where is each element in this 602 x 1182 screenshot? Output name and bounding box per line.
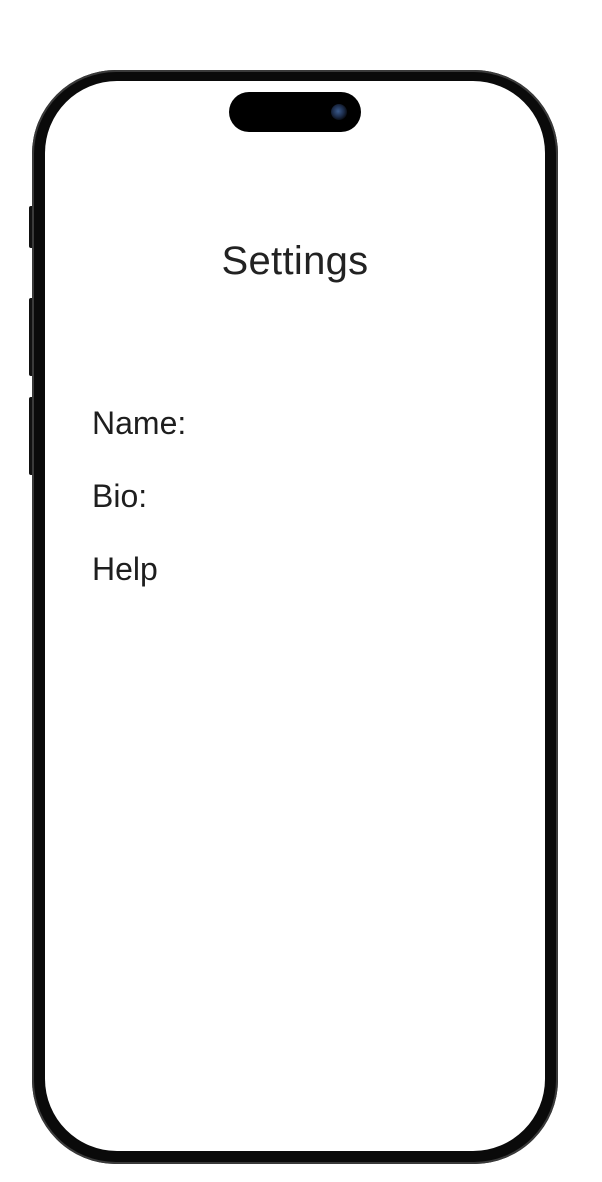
- page-title: Settings: [221, 239, 369, 283]
- dynamic-island: [229, 92, 361, 132]
- phone-screen: Settings Name: Bio: Help: [45, 81, 545, 1151]
- settings-item-help[interactable]: Help: [92, 547, 186, 620]
- phone-mockup: Settings Name: Bio: Help: [0, 0, 602, 1182]
- settings-item-name[interactable]: Name:: [92, 401, 186, 474]
- front-camera-icon: [331, 104, 347, 120]
- phone-frame: Settings Name: Bio: Help: [32, 70, 558, 1164]
- settings-item-bio[interactable]: Bio:: [92, 474, 186, 547]
- settings-list: Name: Bio: Help: [92, 401, 186, 620]
